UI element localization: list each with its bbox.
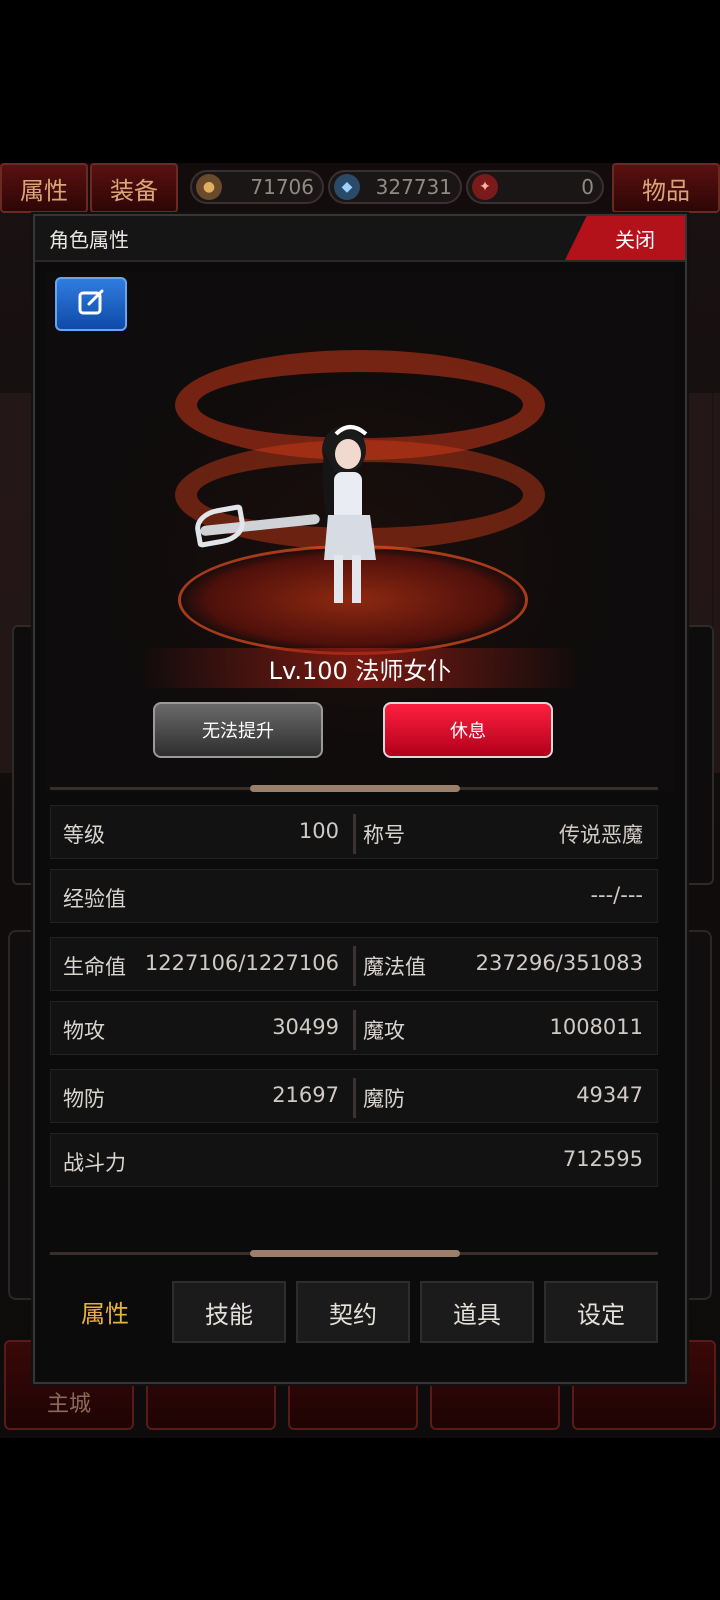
divider-bottom: [50, 1250, 658, 1257]
resource-gold: ● 71706: [190, 170, 324, 204]
character-name-plate: Lv.100 法师女仆: [140, 648, 580, 688]
physical-defense-label: 物防: [63, 1087, 105, 1111]
edit-icon: [76, 287, 106, 321]
dialog-header: 角色属性 关闭: [35, 216, 685, 262]
resource-gem-value: 327731: [375, 175, 452, 199]
tab-items[interactable]: 物品: [612, 163, 720, 213]
blue-gem-icon: ◆: [334, 174, 360, 200]
tab-contract[interactable]: 契约: [296, 1281, 410, 1343]
stat-row-defense: 物防 21697 魔防 49347: [50, 1069, 658, 1123]
physical-attack-value: 30499: [272, 1015, 339, 1039]
stat-cell: 物攻 30499 魔攻 1008011: [50, 1001, 658, 1055]
dialog-bottom-tabs: 属性 技能 契约 道具 设定: [48, 1275, 660, 1347]
magic-attack-label: 魔攻: [363, 1019, 405, 1043]
upgrade-button[interactable]: 无法提升: [153, 702, 323, 758]
stat-row-level-title: 等级 100 称号 传说恶魔: [50, 805, 658, 859]
character-name: Lv.100 法师女仆: [268, 656, 452, 685]
stat-separator: [353, 1010, 356, 1050]
stat-separator: [353, 946, 356, 986]
mp-value: 237296/351083: [475, 951, 643, 975]
resource-gold-value: 71706: [250, 175, 314, 199]
level-label: 等级: [63, 823, 105, 847]
resource-token: ✦ 0: [466, 170, 604, 204]
rest-button[interactable]: 休息: [383, 702, 553, 758]
stat-row-hp-mp: 生命值 1227106/1227106 魔法值 237296/351083: [50, 937, 658, 991]
title-label: 称号: [363, 823, 405, 847]
stat-row-exp: 经验值 ---/---: [50, 869, 658, 923]
exp-label: 经验值: [63, 887, 126, 911]
stat-cell: 生命值 1227106/1227106 魔法值 237296/351083: [50, 937, 658, 991]
stat-separator: [353, 814, 356, 854]
tab-skills[interactable]: 技能: [172, 1281, 286, 1343]
tab-attributes[interactable]: 属性: [0, 163, 88, 213]
nav-main-city-label: 主城: [46, 1392, 91, 1417]
stat-separator: [353, 1078, 356, 1118]
rest-button-label: 休息: [450, 721, 486, 742]
stat-row-attack: 物攻 30499 魔攻 1008011: [50, 1001, 658, 1055]
stat-cell: 战斗力 712595: [50, 1133, 658, 1187]
resource-token-value: 0: [581, 175, 594, 199]
hp-value: 1227106/1227106: [144, 951, 339, 975]
physical-attack-label: 物攻: [63, 1019, 105, 1043]
character-sprite: [322, 425, 376, 603]
stat-row-power: 战斗力 712595: [50, 1133, 658, 1187]
stat-cell: 经验值 ---/---: [50, 869, 658, 923]
combat-power-label: 战斗力: [63, 1151, 126, 1175]
stat-cell: 等级 100 称号 传说恶魔: [50, 805, 658, 859]
tab-equipment[interactable]: 装备: [90, 163, 178, 213]
hp-label: 生命值: [63, 955, 126, 979]
title-value: 传说恶魔: [559, 823, 643, 847]
resource-gem: ◆ 327731: [328, 170, 462, 204]
gold-coin-icon: ●: [196, 174, 222, 200]
physical-defense-value: 21697: [272, 1083, 339, 1107]
edit-button[interactable]: [55, 277, 127, 331]
magic-defense-value: 49347: [576, 1083, 643, 1107]
stat-cell: 物防 21697 魔防 49347: [50, 1069, 658, 1123]
tab-settings[interactable]: 设定: [544, 1281, 658, 1343]
red-token-icon: ✦: [472, 174, 498, 200]
upgrade-button-label: 无法提升: [202, 721, 274, 742]
tab-attributes-panel[interactable]: 属性: [48, 1275, 162, 1347]
dialog-title: 角色属性: [49, 228, 129, 252]
magic-defense-label: 魔防: [363, 1087, 405, 1111]
combat-power-value: 712595: [562, 1147, 643, 1171]
divider-top: [50, 785, 658, 792]
close-button[interactable]: 关闭: [565, 216, 685, 260]
mp-label: 魔法值: [363, 955, 426, 979]
level-value: 100: [298, 819, 339, 843]
tab-props[interactable]: 道具: [420, 1281, 534, 1343]
magic-attack-value: 1008011: [549, 1015, 643, 1039]
exp-value: ---/---: [590, 883, 643, 907]
close-button-label: 关闭: [615, 227, 655, 252]
